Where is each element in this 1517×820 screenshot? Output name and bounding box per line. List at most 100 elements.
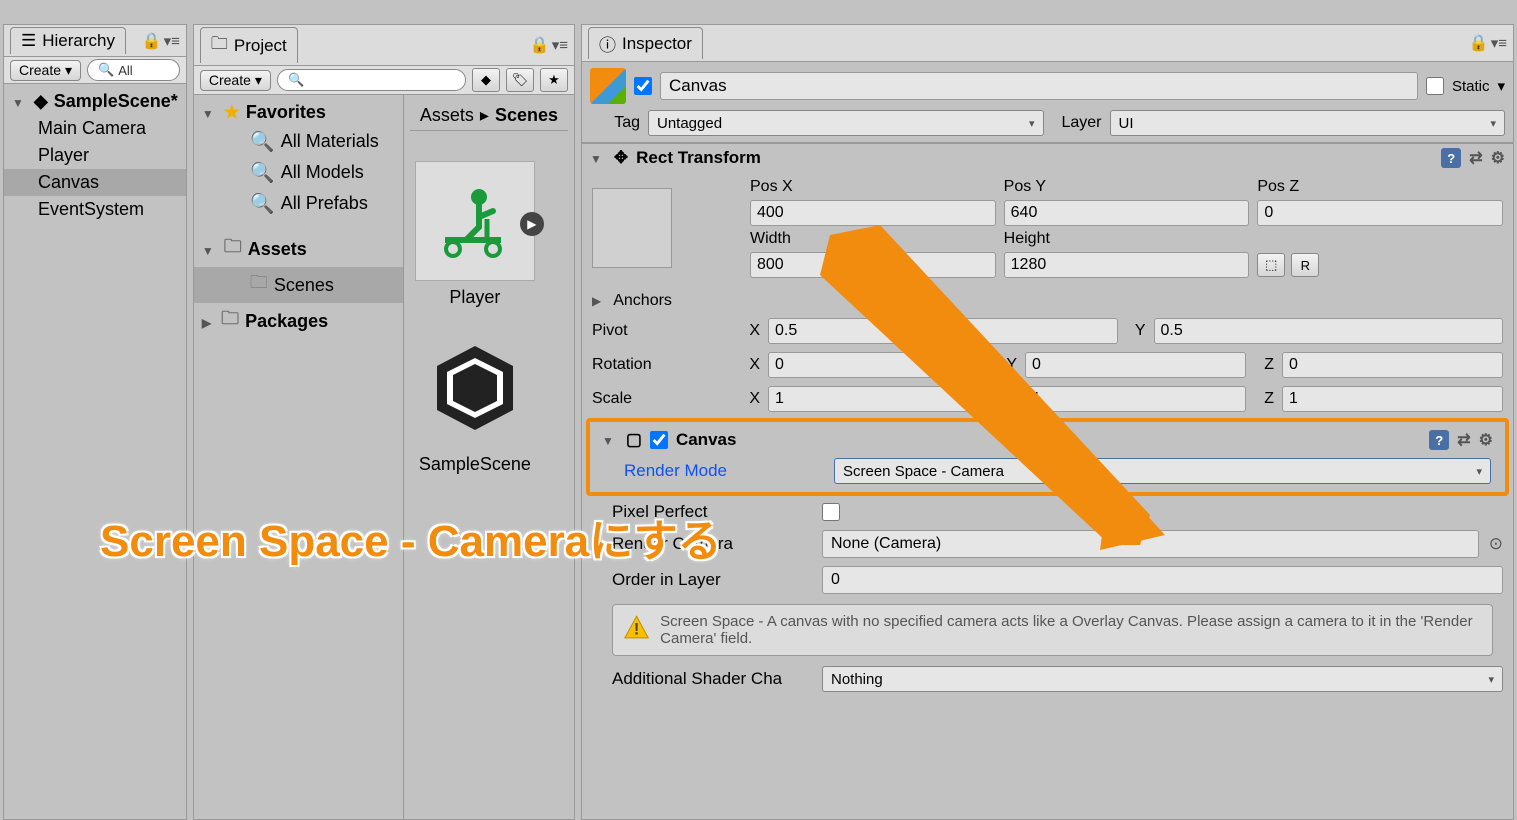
- render-camera-label: Render Camera: [612, 534, 812, 554]
- render-camera-field[interactable]: None (Camera): [822, 530, 1479, 558]
- asset-label: Player: [410, 287, 540, 308]
- component-icon: ▢: [626, 430, 642, 450]
- hierarchy-item[interactable]: Player: [4, 142, 186, 169]
- preset-icon[interactable]: ⇄: [1469, 148, 1482, 168]
- pixel-perfect-label: Pixel Perfect: [612, 502, 812, 522]
- hierarchy-item-selected[interactable]: Canvas: [4, 169, 186, 196]
- scale-y-field[interactable]: [1025, 386, 1246, 412]
- scale-x-field[interactable]: [768, 386, 989, 412]
- height-field[interactable]: [1004, 252, 1250, 278]
- filter-label-button[interactable]: 🏷: [506, 68, 534, 92]
- filter-type-button[interactable]: ◆: [472, 68, 500, 92]
- tag-label: Tag: [590, 114, 640, 132]
- panel-menu-icon[interactable]: ▾≡: [1491, 34, 1507, 52]
- assets-row[interactable]: 🗀Assets: [194, 231, 403, 267]
- inspector-title: Inspector: [622, 34, 692, 54]
- favorites-row[interactable]: ★Favorites: [194, 99, 403, 126]
- search-input[interactable]: 🔍All: [87, 59, 180, 81]
- search-icon: 🔍: [288, 72, 304, 88]
- pixel-perfect-checkbox[interactable]: [822, 503, 840, 521]
- packages-row[interactable]: 🗀Packages: [194, 303, 403, 339]
- order-field[interactable]: [822, 566, 1503, 594]
- search-input[interactable]: 🔍: [277, 69, 466, 91]
- pivot-y-field[interactable]: [1154, 318, 1504, 344]
- anchor-preset-button[interactable]: [592, 188, 672, 268]
- posx-label: Pos X: [750, 178, 996, 196]
- posy-field[interactable]: [1004, 200, 1250, 226]
- folder-item-selected[interactable]: 🗀Scenes: [194, 267, 403, 303]
- create-button[interactable]: Create▾: [10, 60, 81, 81]
- scene-row[interactable]: ◆ SampleScene*: [4, 88, 186, 115]
- shader-channels-label: Additional Shader Cha: [612, 669, 812, 689]
- preset-icon[interactable]: ⇄: [1457, 430, 1470, 450]
- favorite-item[interactable]: 🔍All Prefabs: [194, 188, 403, 219]
- help-icon[interactable]: ?: [1441, 148, 1461, 168]
- chevron-down-icon: ▾: [1029, 117, 1035, 130]
- panel-menu-icon[interactable]: ▾≡: [164, 32, 180, 50]
- foldout-icon[interactable]: [202, 102, 218, 123]
- gear-icon[interactable]: ⚙: [1479, 430, 1493, 450]
- panel-menu-icon[interactable]: ▾≡: [552, 36, 568, 54]
- tag-dropdown[interactable]: Untagged▾: [648, 110, 1044, 136]
- posz-field[interactable]: [1257, 200, 1503, 226]
- lock-icon[interactable]: 🔒: [1469, 33, 1489, 53]
- chevron-down-icon: ▾: [65, 62, 72, 79]
- create-button[interactable]: Create▾: [200, 70, 271, 91]
- layer-label: Layer: [1052, 114, 1102, 132]
- svg-text:!: !: [634, 620, 639, 638]
- order-label: Order in Layer: [612, 570, 812, 590]
- chevron-right-icon: ▸: [480, 105, 489, 126]
- component-enabled-checkbox[interactable]: [650, 431, 668, 449]
- foldout-icon[interactable]: [590, 148, 606, 168]
- folder-icon: 🗀: [250, 270, 268, 300]
- pivot-x-field[interactable]: [768, 318, 1118, 344]
- blueprint-button[interactable]: ⬚: [1257, 253, 1285, 277]
- width-field[interactable]: [750, 252, 996, 278]
- asset-item[interactable]: ▶ Player: [410, 161, 540, 308]
- hierarchy-item[interactable]: EventSystem: [4, 196, 186, 223]
- rot-z-field[interactable]: [1282, 352, 1503, 378]
- folder-icon: 🗀: [221, 306, 239, 336]
- inspector-tab[interactable]: ⓘ Inspector: [588, 27, 703, 59]
- hierarchy-tab[interactable]: ☰ Hierarchy: [10, 27, 126, 54]
- shader-channels-dropdown[interactable]: Nothing▾: [822, 666, 1503, 692]
- help-icon[interactable]: ?: [1429, 430, 1449, 450]
- breadcrumb-active[interactable]: Scenes: [495, 105, 558, 126]
- favorite-item[interactable]: 🔍All Materials: [194, 126, 403, 157]
- posx-field[interactable]: [750, 200, 996, 226]
- foldout-icon[interactable]: [602, 430, 618, 450]
- static-checkbox[interactable]: [1426, 77, 1444, 95]
- breadcrumb-item[interactable]: Assets: [420, 105, 474, 126]
- project-title: Project: [234, 36, 287, 56]
- gear-icon[interactable]: ⚙: [1491, 148, 1505, 168]
- favorite-button[interactable]: ★: [540, 68, 568, 92]
- foldout-icon[interactable]: [202, 239, 218, 260]
- chevron-down-icon[interactable]: ▾: [1497, 77, 1505, 95]
- star-icon: ★: [224, 102, 240, 123]
- object-picker-icon[interactable]: ⊙: [1489, 534, 1503, 554]
- raw-edit-button[interactable]: R: [1291, 253, 1319, 277]
- component-title: Rect Transform: [636, 148, 1433, 168]
- gameobject-icon[interactable]: [590, 68, 626, 104]
- scene-name: SampleScene*: [54, 91, 178, 112]
- render-mode-dropdown[interactable]: Screen Space - Camera▾: [834, 458, 1491, 484]
- hierarchy-item[interactable]: Main Camera: [4, 115, 186, 142]
- layer-dropdown[interactable]: UI▾: [1110, 110, 1506, 136]
- foldout-icon[interactable]: [592, 292, 605, 310]
- warning-icon: !: [623, 613, 650, 643]
- foldout-icon[interactable]: [12, 91, 28, 112]
- favorite-item[interactable]: 🔍All Models: [194, 157, 403, 188]
- asset-item[interactable]: SampleScene: [410, 328, 540, 475]
- lock-icon[interactable]: 🔒: [530, 35, 550, 55]
- info-text: Screen Space - A canvas with no specifie…: [660, 613, 1482, 647]
- component-title: Canvas: [676, 430, 1421, 450]
- asset-thumbnail: [415, 328, 535, 448]
- name-field[interactable]: [660, 72, 1418, 100]
- project-tab[interactable]: 🗀 Project: [200, 27, 298, 63]
- foldout-icon[interactable]: [202, 311, 215, 332]
- lock-icon[interactable]: 🔒: [142, 31, 162, 51]
- scale-z-field[interactable]: [1282, 386, 1503, 412]
- rot-y-field[interactable]: [1025, 352, 1246, 378]
- active-checkbox[interactable]: [634, 77, 652, 95]
- rot-x-field[interactable]: [768, 352, 989, 378]
